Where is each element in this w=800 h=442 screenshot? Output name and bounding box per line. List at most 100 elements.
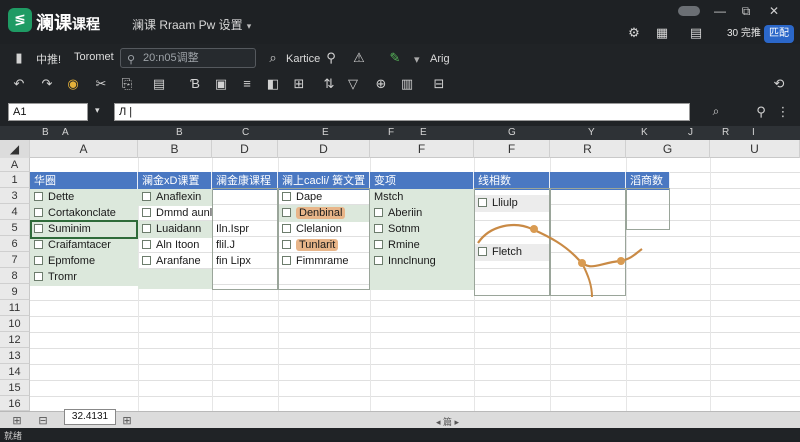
grid-view-icon[interactable]: ▦ [654, 25, 670, 41]
arg-menu[interactable]: Arig [430, 53, 450, 65]
checkbox[interactable] [374, 224, 383, 233]
row-header[interactable]: 6 [0, 236, 30, 252]
table-cell[interactable]: Tromr [30, 269, 138, 286]
sheet-tab[interactable]: 32.4131 [64, 409, 116, 425]
chevron-down-icon[interactable]: ▾ [95, 105, 100, 116]
search-input[interactable]: ⚲ 20:n05调整 [120, 48, 256, 68]
minimize-button[interactable]: — [712, 4, 728, 18]
formula-input[interactable]: Л | [114, 103, 690, 121]
checkbox[interactable] [34, 240, 43, 249]
header-cell[interactable]: 华圈 [30, 172, 138, 190]
table-cell[interactable]: Aranfane [138, 253, 212, 270]
checkbox[interactable] [374, 208, 383, 217]
refresh-icon[interactable]: ⟲ [770, 75, 788, 93]
pivot-icon[interactable]: ⊟ [430, 75, 448, 93]
bold-icon[interactable]: Ɓ [186, 75, 204, 93]
checkbox[interactable] [374, 256, 383, 265]
column-header[interactable]: U [710, 140, 800, 158]
table-cell[interactable]: Epmfome [30, 253, 138, 270]
column-header[interactable]: D [278, 140, 370, 158]
login-button[interactable]: 30 完推 [721, 25, 767, 43]
chart-icon[interactable]: ▥ [398, 75, 416, 93]
checkbox[interactable] [142, 208, 151, 217]
notes-icon[interactable]: ▤ [688, 25, 704, 41]
header-cell[interactable]: 澜金xD课置 [138, 172, 212, 190]
drawn-curve[interactable] [470, 215, 650, 305]
checkbox[interactable] [142, 224, 151, 233]
column-header[interactable]: D [212, 140, 278, 158]
align-icon[interactable]: ≡ [238, 75, 256, 93]
name-box[interactable]: A1 [8, 103, 88, 121]
format-painter-icon[interactable]: ◉ [64, 75, 82, 93]
table-cell[interactable]: Dette [30, 189, 138, 206]
menu-home[interactable]: 中推! [36, 51, 61, 67]
notification-pill[interactable] [678, 6, 700, 16]
save-icon[interactable]: ▮ [10, 49, 28, 67]
chevron-down-icon[interactable]: ▾ [414, 53, 420, 66]
checkbox[interactable] [374, 240, 383, 249]
undo-icon[interactable]: ↶ [10, 75, 28, 93]
filter-icon[interactable]: ▽ [344, 75, 362, 93]
header-cell[interactable]: 变项 [370, 172, 474, 190]
row-header[interactable]: 5 [0, 220, 30, 236]
share-button[interactable]: 匹配 [764, 25, 794, 43]
column-header[interactable]: F [370, 140, 474, 158]
fill-color-icon[interactable]: ◧ [264, 75, 282, 93]
find-icon[interactable]: ⚲ [322, 49, 340, 67]
menu-format[interactable]: Toromet [74, 51, 114, 63]
warning-icon[interactable]: ⚠ [350, 49, 368, 67]
cut-icon[interactable]: ✂ [92, 75, 110, 93]
document-title[interactable]: 澜课 Rraam Pw 设置 ▾ [132, 16, 251, 33]
checkbox[interactable] [34, 256, 43, 265]
table-cell[interactable] [138, 269, 212, 289]
row-header[interactable]: 10 [0, 316, 30, 332]
row-header[interactable]: A [0, 158, 30, 172]
close-button[interactable]: ✕ [766, 4, 782, 18]
column-header[interactable]: A [30, 140, 138, 158]
restore-button[interactable]: ⧉ [738, 4, 754, 18]
table-cell[interactable]: Luaidann [138, 221, 212, 238]
row-header[interactable]: 11 [0, 300, 30, 316]
row-header[interactable]: 1 [0, 172, 30, 188]
row-header[interactable]: 12 [0, 332, 30, 348]
row-header[interactable]: 9 [0, 284, 30, 300]
checkbox[interactable] [142, 256, 151, 265]
table-cell[interactable]: Sotnm [370, 221, 474, 238]
table-cell[interactable]: Dmmd aunl [138, 205, 212, 222]
checkbox[interactable] [142, 192, 151, 201]
search-icon[interactable]: ⌕ [706, 104, 726, 120]
checkbox[interactable] [34, 192, 43, 201]
row-header[interactable]: 8 [0, 268, 30, 284]
merge-icon[interactable]: ⊞ [290, 75, 308, 93]
row-header[interactable]: 7 [0, 252, 30, 268]
curve-point[interactable] [578, 259, 586, 267]
scroll-indicator[interactable]: ◂ 篇 ▸ [436, 415, 459, 428]
table-cell[interactable]: Aberiin [370, 205, 474, 222]
column-header[interactable]: G [626, 140, 710, 158]
table-cell[interactable] [370, 269, 474, 290]
curve-point[interactable] [530, 225, 538, 233]
table-cell[interactable]: Anaflexin [138, 189, 212, 206]
row-header[interactable]: 14 [0, 364, 30, 380]
search-icon[interactable]: ⌕ [264, 49, 282, 67]
checkbox[interactable] [34, 208, 43, 217]
curve-point[interactable] [617, 257, 625, 265]
row-header[interactable]: 4 [0, 204, 30, 220]
zoom-icon[interactable]: ⚲ [752, 103, 770, 121]
review-menu[interactable]: Kartice [286, 53, 320, 65]
checkbox[interactable] [34, 272, 43, 281]
select-all-corner[interactable]: ◢ [0, 140, 30, 158]
table-cell[interactable]: Mstch [370, 189, 474, 206]
table-cell[interactable]: Rmine [370, 237, 474, 254]
table-cell[interactable]: Aln Itoon [138, 237, 212, 254]
insert-icon[interactable]: ⊕ [372, 75, 390, 93]
redo-icon[interactable]: ↷ [38, 75, 56, 93]
checkbox[interactable] [142, 240, 151, 249]
column-header[interactable]: B [138, 140, 212, 158]
copy-icon[interactable]: ⎘ [118, 75, 136, 93]
more-icon[interactable]: ⋮ [774, 103, 792, 121]
row-header[interactable]: 16 [0, 396, 30, 411]
sort-icon[interactable]: ⇅ [320, 75, 338, 93]
column-header[interactable]: F [474, 140, 550, 158]
table-cell[interactable]: Innclnung [370, 253, 474, 270]
